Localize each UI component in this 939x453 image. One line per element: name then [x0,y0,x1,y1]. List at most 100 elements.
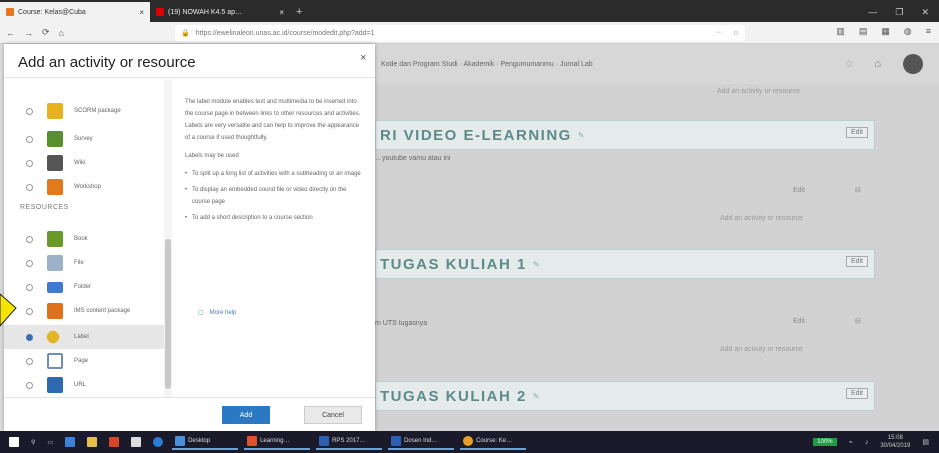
store-icon[interactable] [62,434,78,450]
radio-button-selected[interactable] [26,333,33,341]
messages-icon[interactable]: ◌ [846,58,853,70]
extension-icon[interactable]: ▦ [881,26,890,37]
mail-icon[interactable] [128,434,144,450]
bookmark-star-icon[interactable]: ☆ [733,29,739,37]
modal-footer: Add Cancel [4,397,375,431]
reload-icon[interactable]: ⟳ [42,27,50,38]
notifications-icon[interactable]: ⌂ [874,58,881,70]
taskbar-app-label: Learning… [260,438,290,444]
survey-icon [47,131,63,147]
close-window-icon[interactable]: ✕ [921,7,929,18]
add-activity-link[interactable]: Add an activity or resource [720,215,803,222]
menu-icon[interactable]: ≡ [926,26,931,37]
radio-button[interactable] [26,259,33,267]
edge-icon[interactable] [150,434,166,450]
radio-button[interactable] [26,357,33,365]
search-icon[interactable]: ⚲ [28,434,38,450]
radio-button[interactable] [26,381,33,389]
close-icon[interactable]: × [360,52,366,64]
wiki-icon [47,155,63,171]
section-title: TUGAS KULIAH 2 [380,387,527,405]
tab-course[interactable]: Course: Kelas@Cuba × [0,2,150,22]
office-icon[interactable] [106,434,122,450]
section-edit-button[interactable]: Edit [845,127,868,138]
module-option-ims[interactable]: IMS content package [4,299,164,323]
new-tab-button[interactable]: + [290,2,308,22]
browser-tools: ▥ ▤ ▦ ◍ ≡ [836,26,931,37]
module-option-scorm[interactable]: SCORM package [4,99,164,123]
more-help-link[interactable]: ▢ More help [198,309,236,317]
modal-title: Add an activity or resource [18,54,196,71]
add-activity-link[interactable]: Add an activity or resource [717,88,800,95]
sidebar-icon[interactable]: ▤ [859,26,868,37]
more-icon[interactable]: ··· [716,29,723,37]
activity-row[interactable]: m UTS tugasnya [375,320,427,327]
activity-row[interactable]: …youtube vamu atau ini [375,155,451,162]
taskbar-app[interactable]: Learning… [244,434,311,450]
move-icon[interactable]: ⊟ [855,186,861,194]
edit-pencil-icon[interactable]: ✎ [533,392,540,401]
radio-button[interactable] [26,235,33,243]
section-edit-button[interactable]: Edit [845,388,868,399]
section-edit-button[interactable]: Edit [845,256,868,267]
module-option-survey[interactable]: Survey [4,127,164,151]
add-button[interactable]: Add [222,406,270,424]
volume-icon[interactable]: ♪ [865,439,869,446]
battery-badge[interactable]: 100% [813,438,837,446]
home-icon[interactable]: ⌂ [59,28,64,38]
address-toolbar: ← → ⟳ ⌂ 🔒 https://ewelinaleon.unas.ac.id… [0,22,939,44]
row-edit-button[interactable]: Edit [793,187,805,194]
close-tab-icon[interactable]: × [139,8,144,17]
task-view-icon[interactable]: ▭ [44,434,56,450]
close-tab-icon[interactable]: × [279,8,284,17]
minimize-icon[interactable]: — [868,7,877,17]
add-activity-link[interactable]: Add an activity or resource [720,346,803,353]
module-label: Folder [74,284,92,290]
list-scrollbar[interactable] [164,79,172,397]
module-option-folder[interactable]: Folder [4,275,164,299]
forward-icon[interactable]: → [24,28,33,38]
notifications-center-icon[interactable]: ▤ [922,438,929,446]
module-option-book[interactable]: Book [4,227,164,251]
row-edit-button[interactable]: Edit [793,318,805,325]
avatar[interactable] [903,54,923,74]
radio-button[interactable] [26,107,33,115]
module-option-page[interactable]: Page [4,349,164,373]
section-header: TUGAS KULIAH 1 ✎ Edit [375,249,875,279]
taskbar-app[interactable]: Desktop [172,434,239,450]
clock[interactable]: 15:08 30/04/2019 [880,434,910,450]
module-option-workshop[interactable]: Workshop [4,175,164,199]
description-subheading: Labels may be used [185,153,239,159]
edit-pencil-icon[interactable]: ✎ [533,260,540,269]
windows-start-icon[interactable] [6,434,22,450]
file-icon [47,255,63,271]
files-icon[interactable] [84,434,100,450]
account-icon[interactable]: ◍ [904,26,912,37]
library-icon[interactable]: ▥ [836,26,845,37]
radio-button[interactable] [26,135,33,143]
network-icon[interactable]: ⌁ [849,438,853,446]
url-bar[interactable]: 🔒 https://ewelinaleon.unas.ac.id/course/… [175,25,745,41]
taskbar-app[interactable]: RPS 2017… [316,434,383,450]
taskbar-app[interactable]: Course: Ke… [460,434,527,450]
move-icon[interactable]: ⊟ [855,317,861,325]
module-option-wiki[interactable]: Wiki [4,151,164,175]
navbar-links[interactable]: Kode dan Program Studi · Akademik · Peng… [381,61,593,68]
module-option-file[interactable]: File [4,251,164,275]
cancel-button[interactable]: Cancel [304,406,362,424]
folder-icon [47,281,63,293]
tab-youtube[interactable]: (19) NOWAH K4.5 ap… × [150,2,290,22]
back-icon[interactable]: ← [6,28,15,38]
taskbar-app[interactable]: Dosen Ind… [388,434,455,450]
radio-button[interactable] [26,183,33,191]
radio-button[interactable] [26,307,33,315]
radio-button[interactable] [26,159,33,167]
radio-button[interactable] [26,283,33,291]
module-label: URL [74,382,87,388]
module-option-url[interactable]: URL [4,373,164,397]
edit-pencil-icon[interactable]: ✎ [578,131,585,140]
module-label: Wiki [74,160,86,166]
module-option-label[interactable]: Label [4,325,164,349]
scrollbar-thumb[interactable] [165,239,171,389]
maximize-icon[interactable]: ❐ [895,7,903,18]
